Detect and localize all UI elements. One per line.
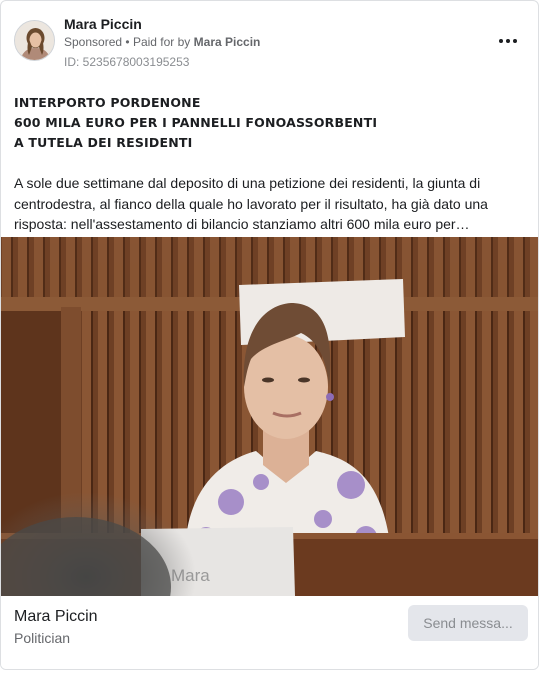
- paid-for-name[interactable]: Mara Piccin: [194, 35, 261, 49]
- footer-page-category: Politician: [14, 630, 71, 646]
- more-horizontal-icon-dot: [513, 39, 517, 43]
- ad-photo: Mara: [1, 237, 538, 596]
- more-horizontal-icon: [499, 39, 503, 43]
- footer-page-name[interactable]: Mara Piccin: [14, 608, 98, 626]
- sponsored-label: Sponsored: [64, 35, 123, 49]
- avatar[interactable]: [14, 20, 55, 61]
- ad-headline: INTERPORTO PORDENONE 600 MILA EURO PER I…: [14, 93, 526, 153]
- headline-line: A TUTELA DEI RESIDENTI: [14, 135, 193, 150]
- paid-for-prefix: Paid for by: [132, 35, 191, 49]
- ad-header: Mara Piccin Sponsored • Paid for by Mara…: [13, 13, 526, 71]
- ad-image[interactable]: Mara: [1, 237, 538, 596]
- more-horizontal-icon-dot: [506, 39, 510, 43]
- send-message-button[interactable]: Send messa...: [408, 605, 528, 641]
- sponsored-line: Sponsored • Paid for by Mara Piccin: [64, 35, 260, 49]
- page-name-link[interactable]: Mara Piccin: [64, 16, 142, 32]
- ad-body-text[interactable]: A sole due settimane dal deposito di una…: [14, 173, 526, 235]
- ad-card: Mara Piccin Sponsored • Paid for by Mara…: [0, 0, 539, 670]
- ad-id: ID: 5235678003195253: [64, 55, 190, 69]
- separator-dot: •: [125, 35, 133, 49]
- more-options-button[interactable]: [490, 29, 526, 53]
- headline-line: INTERPORTO PORDENONE: [14, 95, 201, 110]
- ad-text: INTERPORTO PORDENONE 600 MILA EURO PER I…: [14, 93, 526, 235]
- ad-footer: Mara Piccin Politician Send messa...: [1, 596, 538, 669]
- headline-line: 600 MILA EURO PER I PANNELLI FONOASSORBE…: [14, 115, 378, 130]
- avatar-image: [15, 21, 54, 60]
